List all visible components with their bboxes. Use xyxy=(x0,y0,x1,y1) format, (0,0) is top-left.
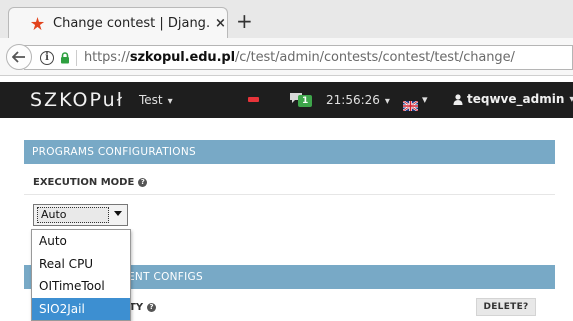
help-icon[interactable]: ? xyxy=(138,177,148,187)
programs-configurations-header: PROGRAMS CONFIGURATIONS xyxy=(24,140,555,164)
messages-count-badge[interactable]: 1 xyxy=(298,95,313,107)
delete-column-header: DELETE? xyxy=(476,298,536,316)
url-text[interactable]: https://szkopul.edu.pl/c/test/admin/cont… xyxy=(84,50,515,65)
dropdown-option-sio2jail[interactable]: SIO2Jail xyxy=(32,297,130,320)
app-header: SZKOPuł Test ▾ 1 21:56:26 ▾ ▾ teqwve_admin… xyxy=(0,82,573,118)
chevron-down-icon: ▾ xyxy=(569,93,573,105)
chevron-down-icon[interactable]: ▾ xyxy=(422,93,428,106)
szkopul-logo[interactable]: SZKOPuł xyxy=(30,89,124,111)
dropdown-option-real-cpu[interactable]: Real CPU xyxy=(32,253,130,276)
execution-mode-selected-value: Auto xyxy=(37,207,109,223)
tab-title: Change contest | Djang… xyxy=(53,15,209,31)
clock-menu[interactable]: 21:56:26 ▾ xyxy=(326,93,390,107)
browser-tabstrip: Change contest | Djang… × + xyxy=(0,0,573,38)
status-indicator-icon[interactable] xyxy=(248,97,259,102)
szkopul-favicon-icon xyxy=(29,15,45,31)
url-separator xyxy=(76,49,77,66)
execution-mode-dropdown-list: Auto Real CPU OITimeTool SIO2Jail xyxy=(31,229,131,321)
tab-close-icon[interactable]: × xyxy=(215,16,226,31)
row-divider xyxy=(24,194,555,195)
help-icon[interactable]: ? xyxy=(147,302,157,312)
url-bar[interactable]: i https://szkopul.edu.pl/c/test/admin/co… xyxy=(24,45,573,70)
execution-mode-select[interactable]: Auto xyxy=(33,204,128,226)
chevron-down-icon: ▾ xyxy=(167,96,173,107)
user-icon xyxy=(453,93,463,105)
lock-icon[interactable] xyxy=(60,51,70,64)
back-arrow-icon xyxy=(12,51,25,63)
chevron-down-icon: ▾ xyxy=(384,96,390,107)
contest-menu[interactable]: Test ▾ xyxy=(139,93,173,107)
info-icon[interactable]: i xyxy=(40,50,54,65)
uk-flag-icon[interactable] xyxy=(402,96,419,112)
dropdown-option-oitimetool[interactable]: OITimeTool xyxy=(32,275,130,298)
dropdown-option-auto[interactable]: Auto xyxy=(32,230,130,253)
execution-mode-label: EXECUTION MODE? xyxy=(24,171,555,193)
dropdown-arrow-icon xyxy=(114,211,122,216)
back-button[interactable] xyxy=(6,44,32,70)
new-tab-button[interactable]: + xyxy=(236,9,253,33)
browser-tab[interactable]: Change contest | Djang… × xyxy=(8,7,228,38)
user-menu[interactable]: teqwve_admin ▾ xyxy=(453,92,573,106)
browser-navbar: i https://szkopul.edu.pl/c/test/admin/co… xyxy=(0,38,573,76)
